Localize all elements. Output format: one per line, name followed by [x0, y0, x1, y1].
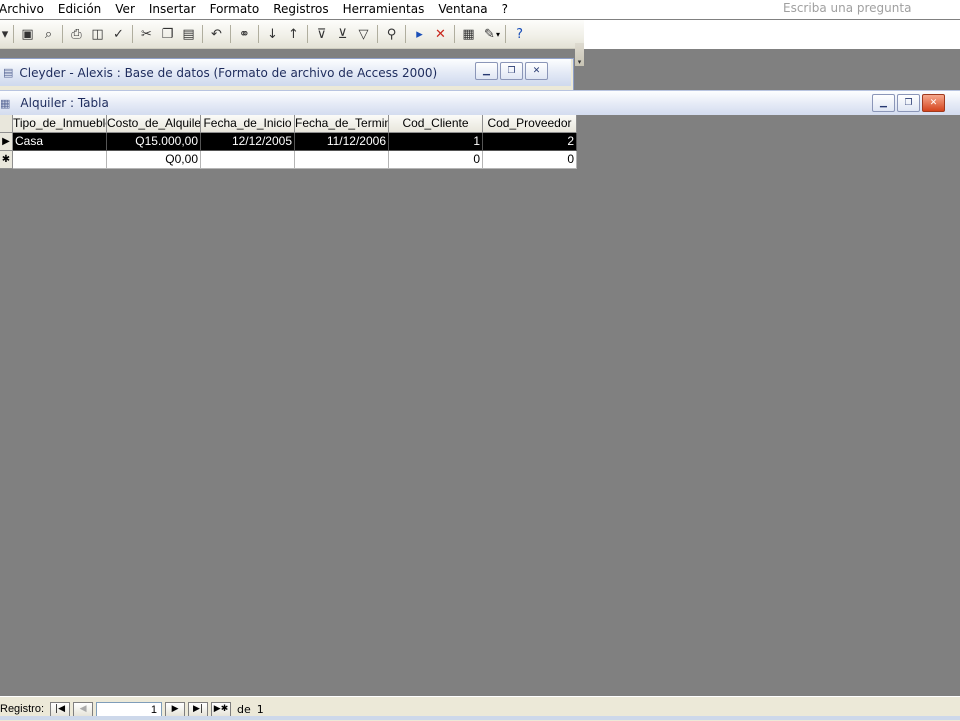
toolbar-separator	[505, 25, 507, 43]
menu-help[interactable]: ?	[495, 0, 515, 19]
table-cell[interactable]: 12/12/2005	[201, 133, 295, 151]
column-header[interactable]: Costo_de_Alquiler	[107, 115, 201, 133]
menu-insertar[interactable]: Insertar	[142, 0, 203, 19]
database-window-title: Cleyder - Alexis : Base de datos (Format…	[19, 65, 438, 80]
menu-formato[interactable]: Formato	[203, 0, 267, 19]
close-icon[interactable]: ✕	[922, 94, 945, 112]
table-cell[interactable]	[13, 151, 107, 169]
record-label: Registro:	[0, 703, 45, 715]
menu-ventana[interactable]: Ventana	[431, 0, 494, 19]
record-number-input[interactable]: 1	[96, 701, 163, 717]
undo-icon[interactable]: ↶	[206, 23, 227, 45]
filter-form-icon[interactable]: ⊻	[332, 23, 353, 45]
table-cell[interactable]: 0	[483, 151, 577, 169]
previous-record-icon[interactable]: ◀	[73, 701, 94, 717]
new-record-icon[interactable]: ✱	[0, 151, 13, 169]
new-record-nav-icon[interactable]: ▶✱	[211, 701, 232, 717]
toolbar-options-chevron-icon[interactable]: ▾	[575, 43, 584, 66]
table-window-titlebar[interactable]: ▦ Alquiler : Tabla ▁ ❐ ✕	[0, 90, 960, 115]
save-icon[interactable]: ▣	[17, 23, 38, 45]
table-window-buttons: ▁ ❐ ✕	[872, 94, 945, 112]
hyperlink-icon[interactable]: ⚭	[234, 23, 255, 45]
table-cell[interactable]: 0	[389, 151, 483, 169]
first-record-icon[interactable]: |◀	[50, 701, 71, 717]
toolbar-separator	[202, 25, 203, 43]
restore-icon[interactable]: ❐	[897, 94, 920, 112]
menu-bar: Archivo Edición Ver Insertar Formato Reg…	[0, 0, 960, 19]
print-preview-icon[interactable]: ◫	[87, 23, 108, 45]
menu-registros[interactable]: Registros	[266, 0, 335, 19]
delete-record-icon[interactable]: ✕	[430, 23, 451, 45]
column-header[interactable]: Fecha_de_Inicio	[201, 115, 295, 133]
toolbar-separator	[307, 25, 308, 43]
cut-icon[interactable]: ✂	[136, 23, 157, 45]
database-window-titlebar[interactable]: ▤ Cleyder - Alexis : Base de datos (Form…	[0, 59, 571, 86]
table-icon: ▦	[0, 96, 11, 110]
new-record-icon[interactable]: ▸	[409, 23, 430, 45]
current-record-icon[interactable]: ▶	[0, 133, 13, 151]
table-cell[interactable]: 11/12/2006	[295, 133, 389, 151]
toolbar: ▾ ▣ ⌕ ⎙ ◫ ✓ ✂ ❐ ▤ ↶ ⚭ ↓ ↑ ⊽ ⊻ ▽ ⚲ ▸ ✕ ▦ …	[0, 20, 960, 66]
minimize-icon[interactable]: ▁	[872, 94, 895, 112]
header-row: Tipo_de_Inmueble Costo_de_Alquiler Fecha…	[0, 115, 577, 133]
table-row: ▶ Casa Q15.000,00 12/12/2005 11/12/2006 …	[0, 133, 577, 151]
toolbar-separator	[258, 25, 259, 43]
datasheet: Tipo_de_Inmueble Costo_de_Alquiler Fecha…	[0, 115, 577, 169]
menu-herramientas[interactable]: Herramientas	[336, 0, 432, 19]
menu-archivo[interactable]: Archivo	[0, 0, 51, 19]
spellcheck-icon[interactable]: ✓	[108, 23, 129, 45]
apply-filter-icon[interactable]: ▽	[353, 23, 374, 45]
toolbar-separator	[132, 25, 133, 43]
menu-ver[interactable]: Ver	[108, 0, 142, 19]
table-window-title: Alquiler : Tabla	[20, 96, 109, 110]
table-cell[interactable]: Casa	[13, 133, 107, 151]
toolbar-separator	[13, 25, 14, 43]
toolbar-separator	[377, 25, 378, 43]
filter-selection-icon[interactable]: ⊽	[311, 23, 332, 45]
table-cell[interactable]: Q15.000,00	[107, 133, 201, 151]
table-cell[interactable]: Q0,00	[107, 151, 201, 169]
new-object-dropdown-icon[interactable]: ▾	[496, 30, 500, 39]
table-cell[interactable]: 1	[389, 133, 483, 151]
table-row: ✱ Q0,00 0 0	[0, 151, 577, 169]
sort-desc-icon[interactable]: ↑	[283, 23, 304, 45]
toolbar-separator	[230, 25, 231, 43]
table-cell[interactable]	[295, 151, 389, 169]
table-cell[interactable]: 2	[483, 133, 577, 151]
next-record-icon[interactable]: ▶	[165, 701, 186, 717]
database-window: ▤ Cleyder - Alexis : Base de datos (Form…	[0, 58, 574, 94]
select-all-corner[interactable]	[0, 115, 13, 133]
search-file-icon[interactable]: ⌕	[38, 23, 59, 45]
column-header[interactable]: Cod_Proveedor	[483, 115, 577, 133]
column-header[interactable]: Fecha_de_Termino	[295, 115, 389, 133]
toolbar-separator	[62, 25, 63, 43]
window-bottom-edge	[0, 716, 960, 720]
database-icon: ▤	[3, 66, 14, 79]
close-icon[interactable]: ✕	[525, 62, 548, 80]
column-header[interactable]: Cod_Cliente	[389, 115, 483, 133]
copy-icon[interactable]: ❐	[157, 23, 178, 45]
toolbar-separator	[454, 25, 455, 43]
help-icon[interactable]: ?	[509, 23, 530, 45]
database-window-buttons: ▁ ❐ ✕	[475, 62, 548, 80]
view-dropdown-icon[interactable]: ▾	[0, 23, 10, 45]
column-header[interactable]: Tipo_de_Inmueble	[13, 115, 107, 133]
print-icon[interactable]: ⎙	[66, 23, 87, 45]
sort-asc-icon[interactable]: ↓	[262, 23, 283, 45]
table-window: ▦ Alquiler : Tabla ▁ ❐ ✕ Tipo_de_Inmuebl…	[0, 90, 960, 695]
of-label: de	[237, 702, 251, 716]
menu-edicion[interactable]: Edición	[51, 0, 108, 19]
database-window-icon[interactable]: ▦	[458, 23, 479, 45]
table-cell[interactable]	[201, 151, 295, 169]
toolbar-separator	[405, 25, 406, 43]
find-icon[interactable]: ⚲	[381, 23, 402, 45]
restore-icon[interactable]: ❐	[500, 62, 523, 80]
total-records: 1	[256, 702, 264, 716]
paste-icon[interactable]: ▤	[178, 23, 199, 45]
last-record-icon[interactable]: ▶|	[188, 701, 209, 717]
minimize-icon[interactable]: ▁	[475, 62, 498, 80]
ask-question-box[interactable]: Escriba una pregunta	[783, 0, 911, 17]
